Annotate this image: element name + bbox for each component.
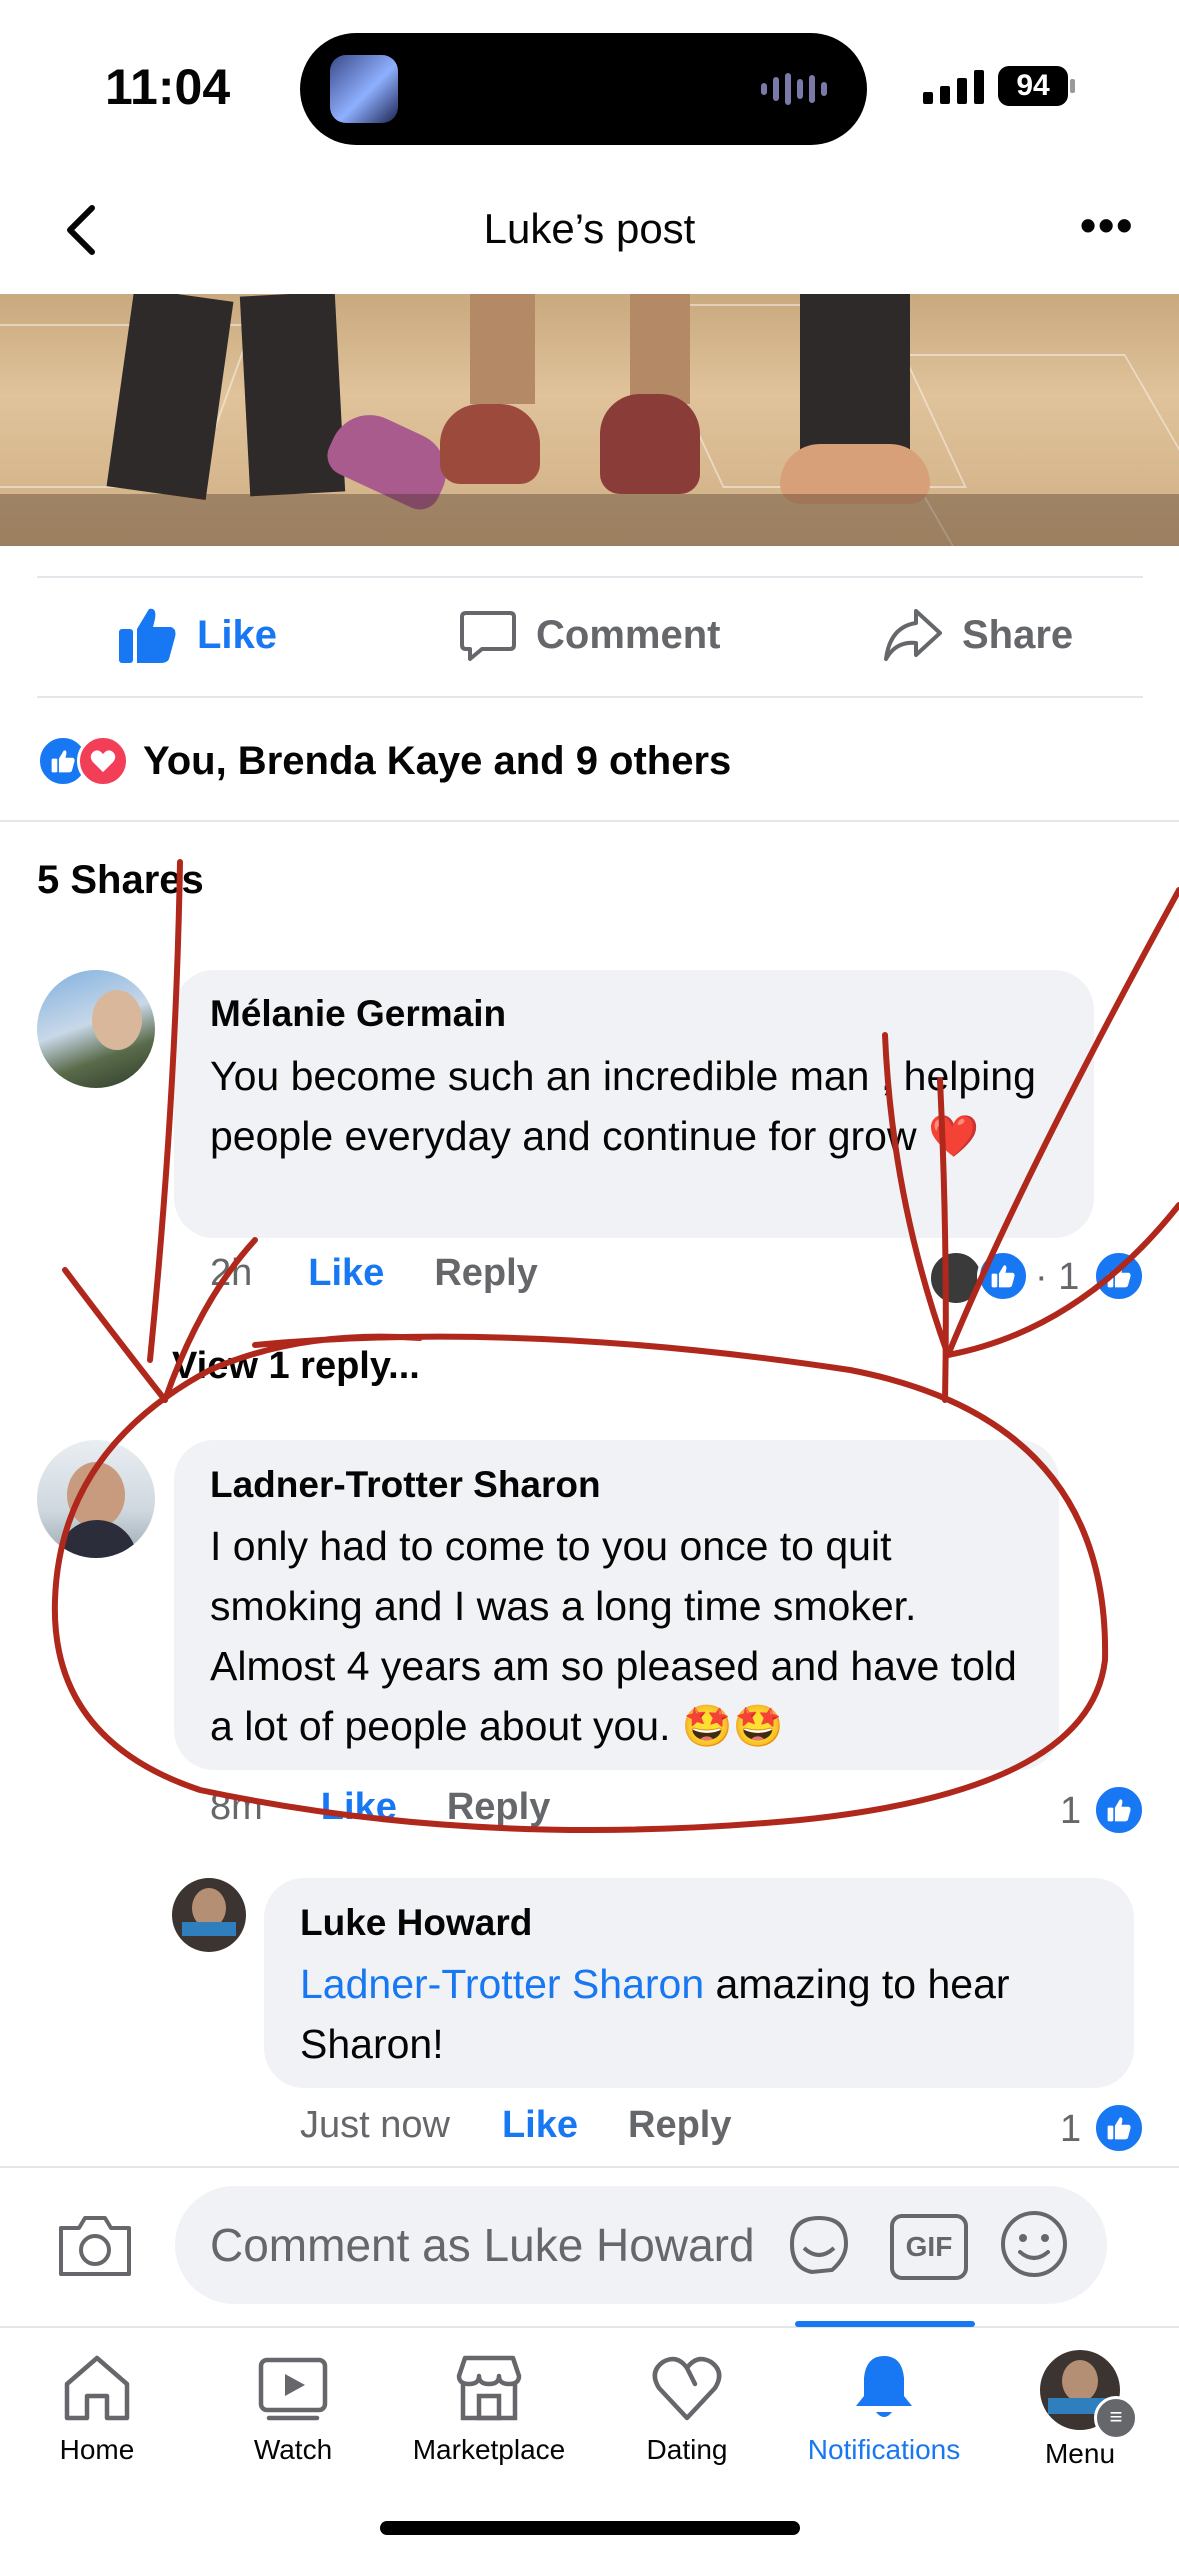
tab-dating[interactable]: Dating [589,2350,785,2466]
tab-marketplace[interactable]: Marketplace [391,2350,587,2466]
tab-label: Home [59,2434,135,2465]
tab-notifications[interactable]: Notifications [786,2350,982,2466]
tab-label: Dating [646,2434,728,2465]
avatar: ≡ [982,2350,1178,2440]
dating-icon [589,2350,785,2426]
active-tab-indicator [795,2321,975,2327]
tab-watch[interactable]: Watch [195,2350,391,2466]
menu-hamburger-icon: ≡ [1094,2396,1138,2440]
camera-icon[interactable] [55,2210,135,2280]
sticker-icon[interactable] [782,2208,856,2282]
marketplace-icon [391,2350,587,2426]
tab-label: Notifications [807,2434,961,2465]
tab-home[interactable]: Home [0,2350,195,2466]
emoji-icon[interactable] [998,2208,1070,2280]
tab-menu[interactable]: ≡ Menu [982,2350,1178,2470]
home-indicator[interactable] [380,2521,800,2535]
tab-label: Menu [1044,2438,1116,2469]
comment-input-placeholder: Comment as Luke Howard [210,2219,755,2271]
bell-icon [786,2350,982,2426]
gif-button[interactable]: GIF [890,2214,968,2280]
watch-icon [195,2350,391,2426]
tab-label: Watch [253,2434,333,2465]
tab-label: Marketplace [412,2434,566,2465]
home-icon [0,2350,195,2426]
